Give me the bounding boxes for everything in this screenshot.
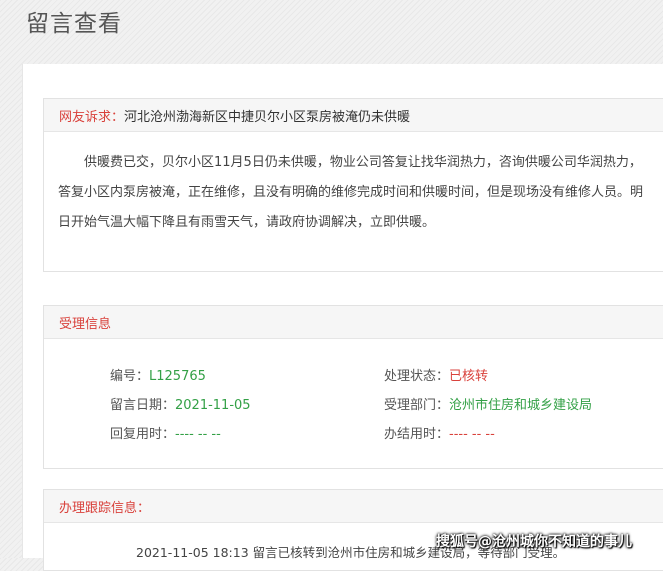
page-header: 留言查看	[0, 0, 663, 44]
status-label: 处理状态：	[384, 369, 450, 384]
acceptance-info-grid: 编号：L125765 处理状态：已核转 留言日期：2021-11-05 受理部门…	[44, 339, 663, 459]
complaint-label: 网友诉求：	[59, 109, 125, 125]
tracking-label: 办理跟踪信息：	[59, 500, 151, 516]
date-field: 留言日期：2021-11-05	[110, 394, 251, 413]
date-label: 留言日期：	[110, 398, 176, 413]
dept-field: 受理部门：沧州市住房和城乡建设局	[384, 394, 592, 413]
reply-time-value: ---- -- --	[175, 427, 221, 442]
complaint-body: 供暖费已交，贝尔小区11月5日仍未供暖，物业公司答复让找华润热力，咨询供暖公司华…	[58, 155, 644, 230]
done-time-field: 办结用时：---- -- --	[384, 423, 495, 442]
page-title: 留言查看	[26, 11, 122, 37]
done-time-label: 办结用时：	[384, 427, 450, 442]
watermark-text: 搜狐号@沧州城你不知道的事儿	[436, 534, 632, 550]
dept-value[interactable]: 沧州市住房和城乡建设局	[449, 398, 592, 413]
done-time-value: ---- -- --	[449, 427, 495, 442]
complaint-title: 河北沧州渤海新区中捷贝尔小区泵房被淹仍未供暖	[124, 109, 411, 125]
tracking-header: 办理跟踪信息：	[44, 490, 663, 523]
acceptance-section: 受理信息 编号：L125765 处理状态：已核转 留言日期：2021-11-05…	[43, 305, 663, 469]
reply-time-label: 回复用时：	[110, 427, 176, 442]
tracking-section: 办理跟踪信息： 2021-11-05 18:13 留言已核转到沧州市住房和城乡建…	[43, 489, 663, 571]
status-field: 处理状态：已核转	[384, 365, 488, 384]
number-value: L125765	[149, 369, 206, 384]
complaint-section: 网友诉求： 河北沧州渤海新区中捷贝尔小区泵房被淹仍未供暖 供暖费已交，贝尔小区1…	[43, 98, 663, 272]
date-value: 2021-11-05	[175, 398, 251, 413]
reply-time-field: 回复用时：---- -- --	[110, 423, 221, 442]
acceptance-header: 受理信息	[44, 306, 663, 339]
status-value: 已核转	[449, 369, 489, 384]
acceptance-label: 受理信息	[59, 316, 112, 332]
dept-label: 受理部门：	[384, 398, 450, 413]
number-label: 编号：	[110, 369, 150, 384]
complaint-header: 网友诉求： 河北沧州渤海新区中捷贝尔小区泵房被淹仍未供暖	[44, 99, 663, 132]
number-field: 编号：L125765	[110, 365, 206, 384]
